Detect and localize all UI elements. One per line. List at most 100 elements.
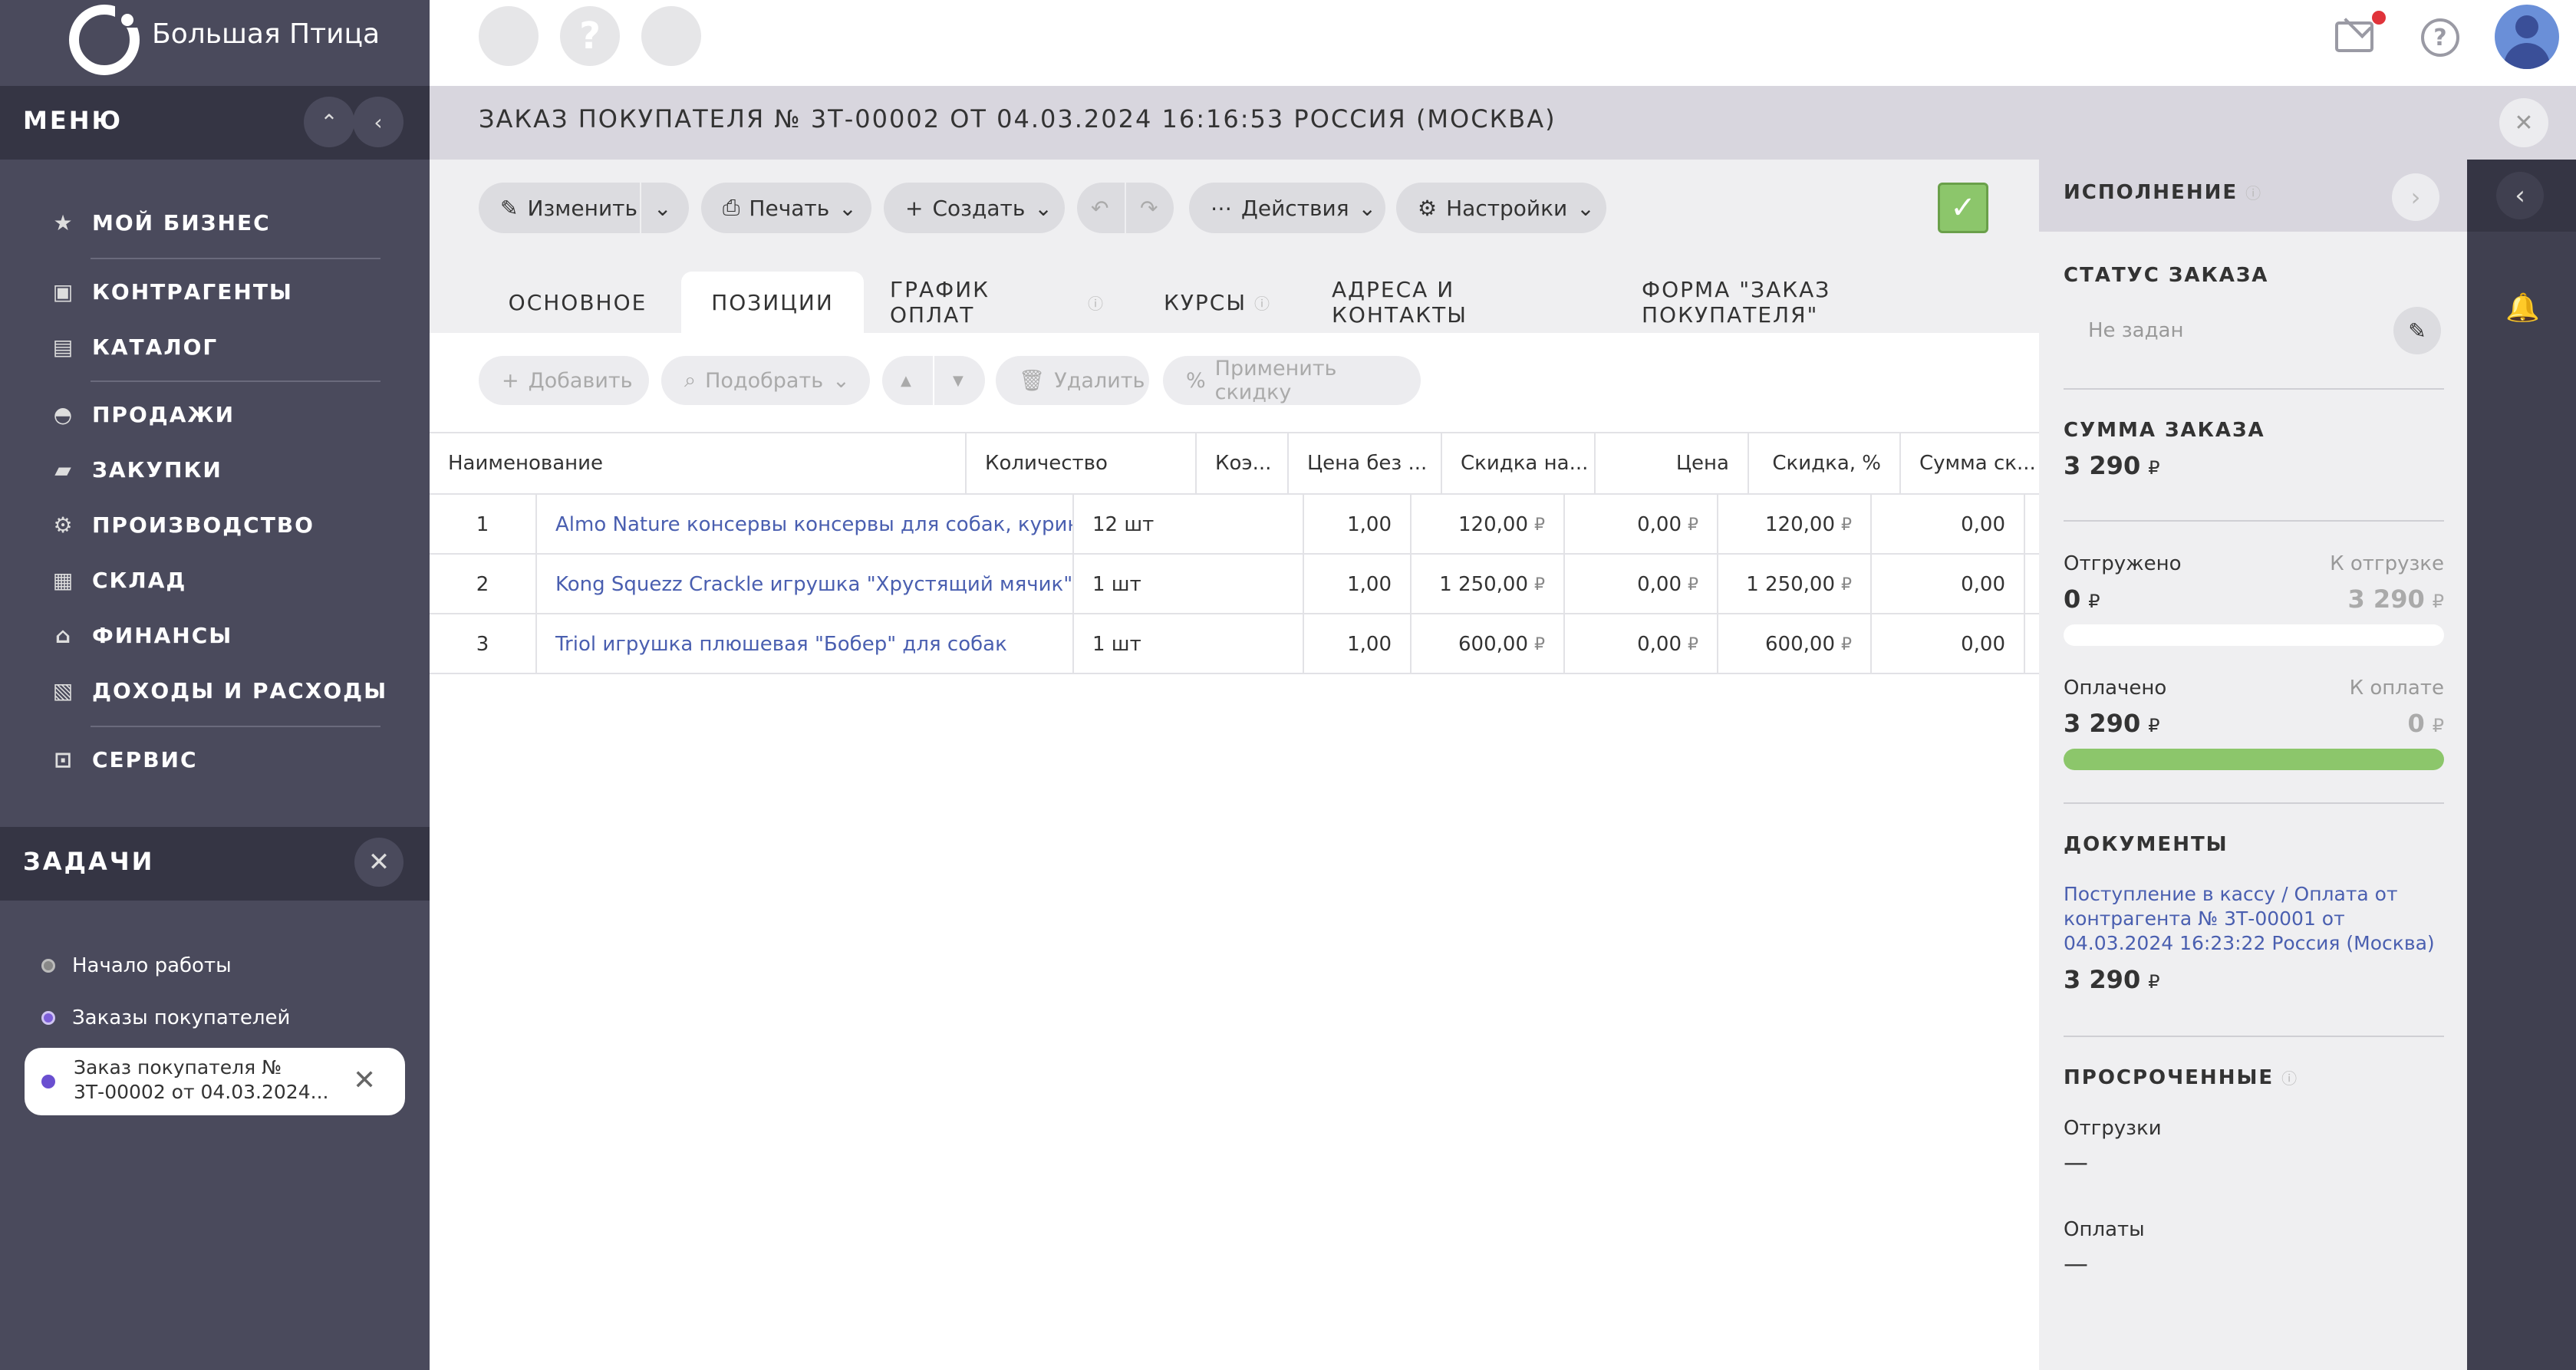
cell-coef[interactable]: 1,00 — [1304, 495, 1412, 555]
cell-price[interactable]: 1 250,00 ₽ — [1718, 555, 1872, 614]
close-document-button[interactable]: ✕ — [2499, 98, 2548, 147]
chevron-right-icon: › — [2410, 183, 2421, 212]
column-header-name[interactable]: Наименование — [430, 432, 967, 495]
status-dot-icon — [41, 1011, 55, 1025]
cell-discount-amount[interactable]: 0,00 ₽ — [1565, 614, 1718, 674]
create-button[interactable]: + Создать ⌄ — [884, 183, 1065, 233]
edit-status-button[interactable]: ✎ — [2393, 307, 2441, 354]
column-header-discount-amount[interactable]: Скидка на... — [1442, 432, 1596, 495]
document-link[interactable]: Поступление в кассу / Оплата от контраге… — [2064, 882, 2444, 956]
actions-button[interactable]: ⋯ Действия ⌄ — [1189, 183, 1385, 233]
cell-price-no-discount[interactable]: 1 250,00 ₽ — [1412, 555, 1565, 614]
cell-quantity[interactable]: 1 шт — [1074, 555, 1304, 614]
sidebar-item-production[interactable]: ⚙ ПРОИЗВОДСТВО — [51, 505, 315, 545]
cell-price[interactable]: 600,00 ₽ — [1718, 614, 1872, 674]
sidebar-item-my-business[interactable]: ★ МОЙ БИЗНЕС — [51, 203, 271, 242]
undo-icon: ↶ — [1091, 195, 1109, 221]
product-link[interactable]: Almo Nature консервы консервы для собак,… — [537, 495, 1074, 555]
tasks-close-button[interactable]: ✕ — [354, 838, 404, 887]
column-header-quantity[interactable]: Количество — [967, 432, 1197, 495]
chevron-left-icon: ‹ — [374, 109, 383, 135]
bell-icon[interactable]: 🔔 — [2505, 291, 2540, 324]
task-item[interactable]: Заказы покупателей — [41, 1006, 290, 1029]
sidebar-item-sales[interactable]: ◓ ПРОДАЖИ — [51, 394, 235, 434]
sidebar-item-finance[interactable]: ⌂ ФИНАНСЫ — [51, 615, 232, 655]
plus-icon: + — [905, 195, 924, 221]
move-down-button[interactable]: ▼ — [934, 356, 985, 405]
move-up-button[interactable]: ▲ — [882, 356, 933, 405]
tab-payment-schedule[interactable]: ГРАФИК ОПЛАТ ⓘ — [890, 272, 1105, 333]
currency-sign: ₽ — [1841, 575, 1852, 594]
menu-hide-button[interactable]: ‹ — [353, 97, 404, 147]
tab-rates[interactable]: КУРСЫ ⓘ — [1155, 272, 1280, 333]
panel-next-button[interactable]: › — [2392, 173, 2439, 221]
print-button[interactable]: ⎙ Печать ⌄ — [701, 183, 871, 233]
settings-button[interactable]: ⚙ Настройки ⌄ — [1396, 183, 1606, 233]
column-header-price[interactable]: Цена — [1596, 432, 1749, 495]
cell-quantity[interactable]: 12 шт — [1074, 495, 1304, 555]
overdue-label: ПРОСРОЧЕННЫЕ ⓘ — [2064, 1066, 2298, 1089]
history-button[interactable] — [479, 6, 539, 66]
cell-price-no-discount[interactable]: 120,00 ₽ — [1412, 495, 1565, 555]
mail-icon[interactable] — [2335, 10, 2373, 52]
tab-main[interactable]: ОСНОВНОЕ — [491, 272, 664, 333]
close-icon[interactable]: ✕ — [353, 1065, 376, 1096]
delete-button[interactable]: 🗑 Удалить — [996, 356, 1149, 405]
collapse-panel-button[interactable]: ‹ — [2496, 172, 2544, 219]
to-pay-value: 0 ₽ — [2286, 709, 2444, 738]
sidebar-item-contractors[interactable]: ▣ КОНТРАГЕНТЫ — [51, 272, 293, 311]
column-header-discount-pct[interactable]: Скидка, % — [1749, 432, 1901, 495]
close-icon: ✕ — [367, 847, 390, 878]
close-icon: ✕ — [2514, 109, 2534, 137]
tab-addresses[interactable]: АДРЕСА И КОНТАКТЫ — [1332, 272, 1594, 333]
task-item-active[interactable]: Заказ покупателя № 3Т-00002 от 04.03.202… — [25, 1048, 405, 1115]
sidebar-item-purchases[interactable]: ▰ ЗАКУПКИ — [51, 450, 222, 489]
currency-sign: ₽ — [2148, 971, 2160, 993]
favorites-button[interactable] — [641, 6, 701, 66]
cell-discount-pct[interactable]: 0,00 — [1872, 555, 2025, 614]
menu-collapse-button[interactable]: ⌃ — [304, 97, 354, 147]
column-header-coef[interactable]: Коэ... — [1197, 432, 1289, 495]
tasks-title: ЗАДАЧИ — [23, 847, 155, 876]
currency-sign: ₽ — [1688, 575, 1698, 594]
column-header-discount-sum[interactable]: Сумма ск... — [1901, 432, 2039, 495]
column-header-price-no-discount[interactable]: Цена без ... — [1289, 432, 1442, 495]
logo[interactable]: Большая Птица — [0, 0, 430, 86]
pick-button[interactable]: ⌕ Подобрать ⌄ — [661, 356, 870, 405]
apply-discount-button[interactable]: % Применить скидку — [1163, 356, 1421, 405]
help-icon[interactable]: ? — [2421, 18, 2459, 57]
sidebar-item-service[interactable]: ⊡ СЕРВИС — [51, 739, 198, 779]
chevron-down-icon: ⌄ — [1034, 195, 1052, 221]
plus-icon: + — [502, 368, 519, 393]
cell-price-no-discount[interactable]: 600,00 ₽ — [1412, 614, 1565, 674]
save-check-button[interactable]: ✓ — [1938, 183, 1988, 233]
edit-button[interactable]: ✎ Изменить — [479, 183, 640, 233]
product-link[interactable]: Triol игрушка плюшевая "Бобер" для собак — [537, 614, 1074, 674]
tab-print-form[interactable]: ФОРМА "ЗАКАЗ ПОКУПАТЕЛЯ" — [1642, 272, 1995, 333]
cell-coef[interactable]: 1,00 — [1304, 614, 1412, 674]
sidebar-item-warehouse[interactable]: ▦ СКЛАД — [51, 560, 186, 600]
warehouse-icon: ▦ — [52, 567, 75, 593]
currency-sign: ₽ — [1534, 515, 1545, 535]
cell-discount-amount[interactable]: 0,00 ₽ — [1565, 495, 1718, 555]
cell-quantity[interactable]: 1 шт — [1074, 614, 1304, 674]
currency-sign: ₽ — [2432, 715, 2444, 736]
cell-coef[interactable]: 1,00 — [1304, 555, 1412, 614]
add-position-button[interactable]: + Добавить — [479, 356, 649, 405]
currency-sign: ₽ — [1841, 634, 1852, 654]
task-item[interactable]: Начало работы — [41, 954, 232, 977]
percent-icon: % — [1186, 368, 1206, 393]
product-link[interactable]: Kong Squezz Crackle игрушка "Хрустящий м… — [537, 555, 1074, 614]
cell-discount-pct[interactable]: 0,00 — [1872, 495, 2025, 555]
cell-price[interactable]: 120,00 ₽ — [1718, 495, 1872, 555]
undo-button[interactable]: ↶ — [1077, 183, 1125, 233]
sidebar-item-catalog[interactable]: ▤ КАТАЛОГ — [51, 327, 218, 367]
sidebar-item-income-expenses[interactable]: ▧ ДОХОДЫ И РАСХОДЫ — [51, 670, 387, 710]
help-button[interactable]: ? — [560, 6, 620, 66]
cell-discount-amount[interactable]: 0,00 ₽ — [1565, 555, 1718, 614]
cell-value: 0,00 — [1637, 573, 1682, 596]
cell-discount-pct[interactable]: 0,00 — [1872, 614, 2025, 674]
avatar[interactable] — [2495, 5, 2559, 69]
tab-positions[interactable]: ПОЗИЦИИ — [681, 272, 864, 333]
sidebar-item-label: КАТАЛОГ — [92, 334, 219, 360]
